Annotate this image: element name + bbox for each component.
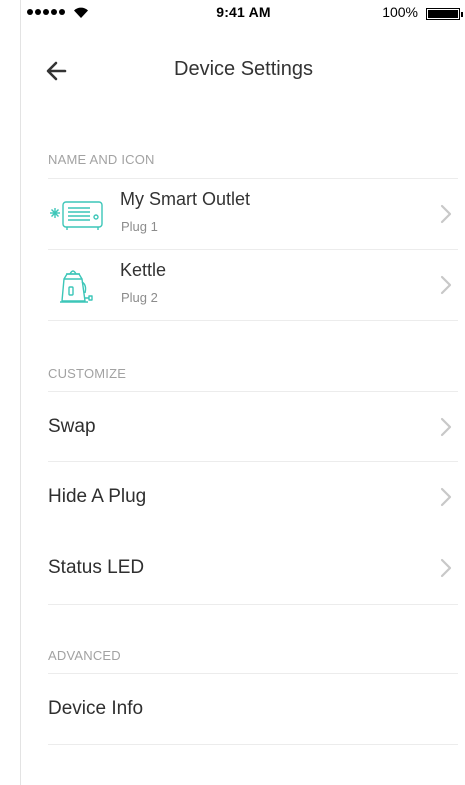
page-title: Device Settings: [174, 58, 313, 80]
swap-row[interactable]: Swap: [48, 392, 458, 462]
status-bar: 9:41 AM 100%: [21, 0, 465, 36]
chevron-right-icon: [440, 204, 452, 224]
divider: [48, 604, 458, 605]
kettle-icon: [60, 270, 93, 303]
battery-icon: [426, 8, 463, 20]
chevron-right-icon: [440, 487, 452, 507]
device-name: Kettle: [120, 260, 167, 280]
device-info-row[interactable]: Device Info: [48, 674, 458, 744]
section-header-advanced: ADVANCED: [48, 648, 121, 663]
section-header-customize: CUSTOMIZE: [48, 366, 127, 381]
hide-a-plug-label: Hide A Plug: [48, 486, 147, 507]
heater-icon: [50, 201, 103, 230]
divider: [48, 320, 458, 321]
chevron-right-icon: [440, 558, 452, 578]
section-header-name-and-icon: NAME AND ICON: [48, 152, 155, 167]
device-row-plug-2[interactable]: Kettle Plug 2: [48, 250, 458, 320]
battery-percentage: 100%: [382, 4, 418, 20]
nav-header: Device Settings: [21, 36, 465, 106]
chevron-right-icon: [440, 417, 452, 437]
status-led-row[interactable]: Status LED: [48, 532, 458, 604]
device-row-plug-1[interactable]: My Smart Outlet Plug 1: [48, 179, 458, 249]
device-settings-screen: 9:41 AM 100% Device Settings NAME AND IC…: [20, 0, 465, 785]
chevron-right-icon: [440, 275, 452, 295]
device-plug-label: Plug 1: [121, 219, 158, 234]
device-name: My Smart Outlet: [120, 189, 251, 209]
device-plug-label: Plug 2: [121, 290, 158, 305]
device-info-label: Device Info: [48, 698, 144, 719]
status-led-label: Status LED: [48, 557, 145, 578]
hide-a-plug-row[interactable]: Hide A Plug: [48, 462, 458, 532]
divider: [48, 744, 458, 745]
swap-label: Swap: [48, 416, 96, 437]
